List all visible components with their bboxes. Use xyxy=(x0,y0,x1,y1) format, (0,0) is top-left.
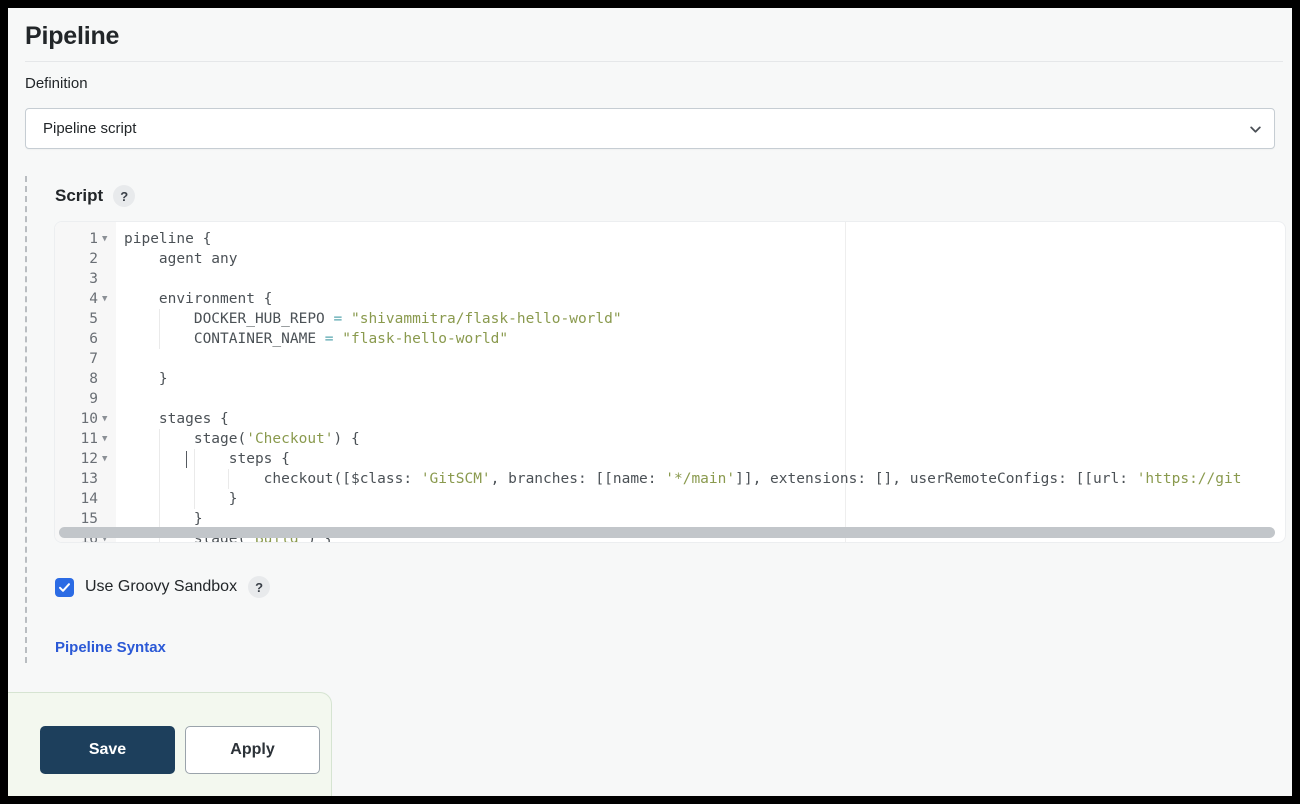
line-number: 14 xyxy=(80,491,98,507)
indent-guide xyxy=(158,309,160,329)
line-number: 4 xyxy=(89,291,98,307)
code-line: 6 CONTAINER_NAME = "flask-hello-world" xyxy=(55,329,1285,349)
save-button[interactable]: Save xyxy=(40,726,175,774)
line-number: 9 xyxy=(89,391,98,407)
code-line: 7 xyxy=(55,349,1285,369)
code-line-text: DOCKER_HUB_REPO = "shivammitra/flask-hel… xyxy=(124,311,622,327)
pipeline-syntax-link[interactable]: Pipeline Syntax xyxy=(55,639,166,656)
indent-guide xyxy=(193,469,195,489)
code-line: 9 xyxy=(55,389,1285,409)
indent-guide xyxy=(158,329,160,349)
code-line-text: pipeline { xyxy=(124,231,212,247)
indent-guide xyxy=(193,449,195,469)
line-number: 13 xyxy=(80,471,98,487)
checkmark-icon xyxy=(59,582,70,592)
code-line-text: environment { xyxy=(124,291,273,307)
code-fold-toggle-icon[interactable]: ▼ xyxy=(102,409,107,429)
editor-code-area[interactable]: 1 ▼ pipeline {2 agent any 3 4 ▼ environment {… xyxy=(55,222,1285,542)
line-number: 8 xyxy=(89,371,98,387)
code-line: 11 ▼ stage('Checkout') { xyxy=(55,429,1285,449)
script-section: Script ? 1 ▼ pipeline {2 agent any 3 4 ▼ envi… xyxy=(25,176,1285,663)
code-line: 1 ▼ pipeline { xyxy=(55,229,1285,249)
apply-button[interactable]: Apply xyxy=(185,726,320,774)
definition-select-value: Pipeline script xyxy=(43,120,137,137)
code-line: 12 ▼ steps { xyxy=(55,449,1285,469)
code-line-text: } xyxy=(124,371,168,387)
line-number: 11 xyxy=(80,431,98,447)
code-line-text: stage('Checkout') { xyxy=(124,431,360,447)
script-header: Script ? xyxy=(55,185,136,207)
indent-guide xyxy=(158,449,160,469)
screen-frame: Pipeline Definition Pipeline script Scri… xyxy=(0,0,1300,804)
indent-guide xyxy=(158,429,160,449)
chevron-down-icon xyxy=(1250,124,1261,135)
line-number: 10 xyxy=(80,411,98,427)
line-number: 12 xyxy=(80,451,98,467)
code-line-text: checkout([$class: 'GitSCM', branches: [[… xyxy=(124,471,1242,487)
code-line-text: CONTAINER_NAME = "flask-hello-world" xyxy=(124,331,509,347)
line-number: 7 xyxy=(89,351,98,367)
sandbox-help-icon[interactable]: ? xyxy=(248,576,271,598)
line-number: 6 xyxy=(89,331,98,347)
code-line: 2 agent any xyxy=(55,249,1285,269)
code-line-text: steps { xyxy=(124,451,290,467)
definition-select[interactable]: Pipeline script xyxy=(25,108,1275,149)
code-line-text: stages { xyxy=(124,411,229,427)
code-line: 14 } xyxy=(55,489,1285,509)
indent-guide xyxy=(158,489,160,509)
code-line: 10 ▼ stages { xyxy=(55,409,1285,429)
definition-label: Definition xyxy=(25,75,88,92)
code-fold-toggle-icon[interactable]: ▼ xyxy=(102,289,107,309)
code-line-text: agent any xyxy=(124,251,238,267)
line-number: 5 xyxy=(89,311,98,327)
code-fold-toggle-icon[interactable]: ▼ xyxy=(102,449,107,469)
page-title: Pipeline xyxy=(25,22,120,50)
indent-guide xyxy=(193,489,195,509)
code-line: 8 } xyxy=(55,369,1285,389)
line-number: 3 xyxy=(89,271,98,287)
line-number: 2 xyxy=(89,251,98,267)
code-line: 4 ▼ environment { xyxy=(55,289,1285,309)
indent-guide xyxy=(228,469,230,489)
script-help-icon[interactable]: ? xyxy=(113,185,136,207)
editor-horizontal-scrollbar[interactable] xyxy=(59,527,1275,538)
line-number: 1 xyxy=(89,231,98,247)
use-groovy-sandbox-label: Use Groovy Sandbox xyxy=(85,578,238,595)
title-divider xyxy=(25,61,1283,62)
indent-guide xyxy=(158,509,160,529)
code-line: 5 DOCKER_HUB_REPO = "shivammitra/flask-h… xyxy=(55,309,1285,329)
form-button-bar: Save Apply xyxy=(8,692,332,796)
code-fold-toggle-icon[interactable]: ▼ xyxy=(102,429,107,449)
code-line: 3 xyxy=(55,269,1285,289)
script-label: Script xyxy=(55,186,104,205)
line-number: 15 xyxy=(80,511,98,527)
code-line: 13 checkout([$class: 'GitSCM', branches:… xyxy=(55,469,1285,489)
code-line-text: } xyxy=(124,491,238,507)
use-groovy-sandbox-checkbox[interactable] xyxy=(55,577,74,597)
sandbox-row[interactable]: Use Groovy Sandbox ? xyxy=(55,576,271,598)
editor-text-cursor xyxy=(186,451,187,468)
indent-guide xyxy=(158,469,160,489)
code-fold-toggle-icon[interactable]: ▼ xyxy=(102,229,107,249)
script-code-editor[interactable]: 1 ▼ pipeline {2 agent any 3 4 ▼ environment {… xyxy=(55,222,1285,542)
pipeline-config-page: Pipeline Definition Pipeline script Scri… xyxy=(8,8,1292,796)
code-line: 15 } xyxy=(55,509,1285,529)
